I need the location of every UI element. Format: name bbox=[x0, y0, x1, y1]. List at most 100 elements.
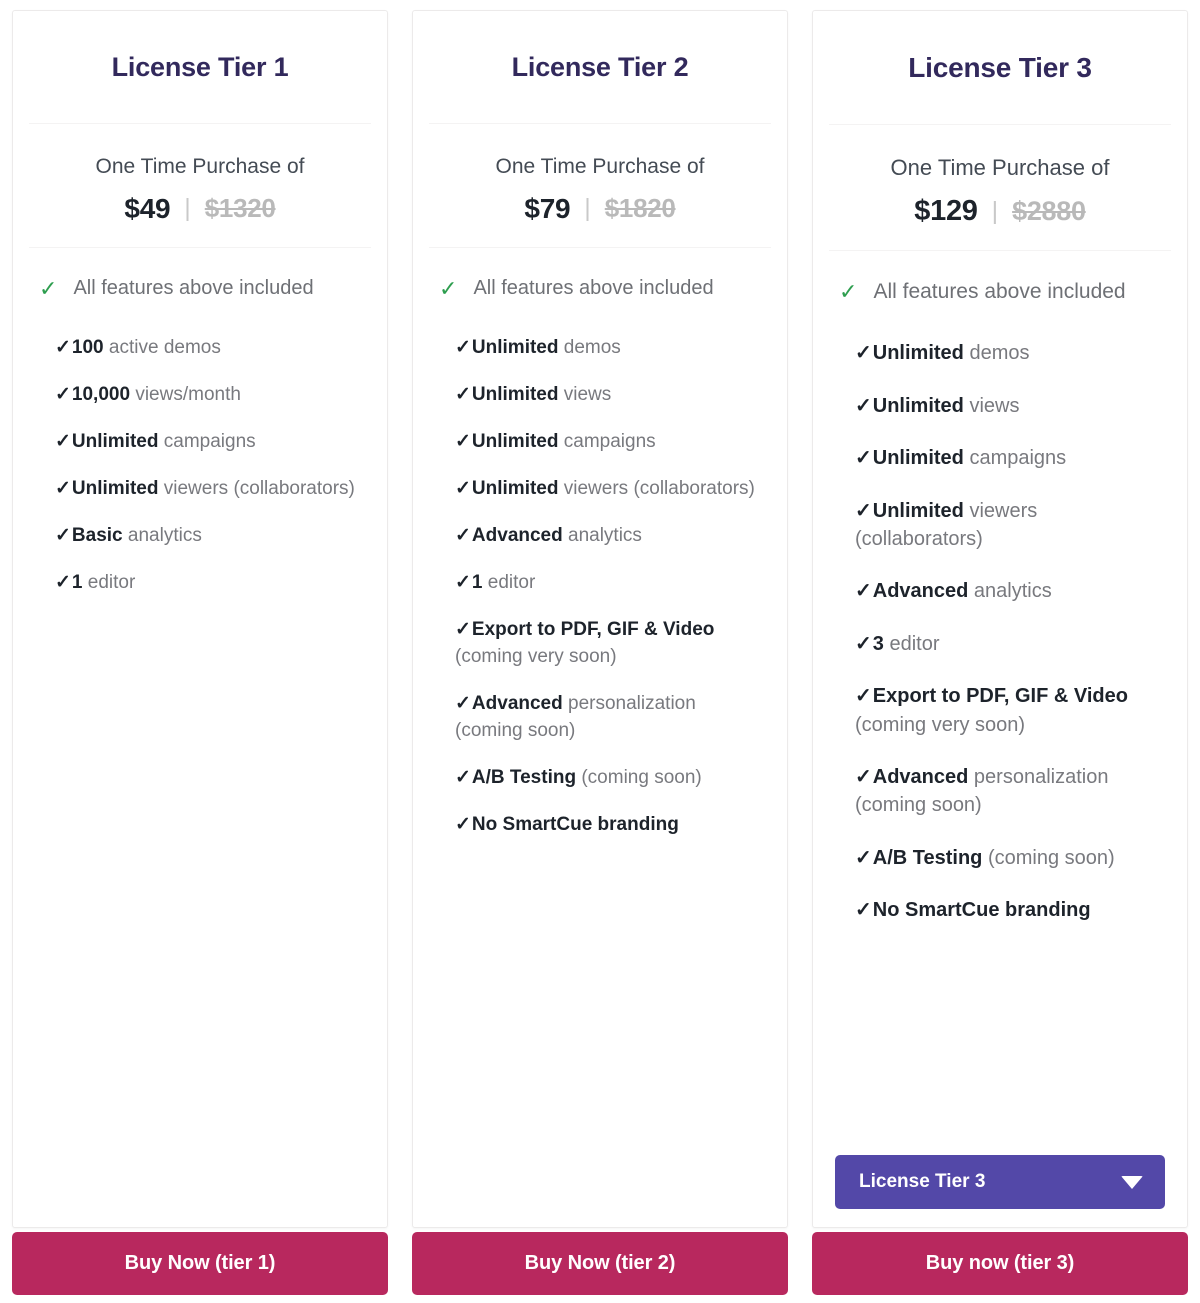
lead-feature-row: ✓ All features above included bbox=[35, 276, 365, 301]
pricing-grid: License Tier 1 One Time Purchase of $49 | $1… bbox=[0, 0, 1200, 1303]
check-icon: ✓ bbox=[855, 685, 872, 708]
feature-item: ✓100 active demos bbox=[55, 335, 365, 362]
feature-detail: active demos bbox=[103, 336, 221, 358]
feature-detail: campaigns bbox=[963, 447, 1067, 470]
check-icon: ✓ bbox=[855, 499, 872, 522]
feature-highlight: Advanced bbox=[471, 692, 563, 714]
feature-item: ✓Export to PDF, GIF & Video (coming very… bbox=[855, 682, 1165, 739]
tier-title: License Tier 2 bbox=[511, 52, 689, 82]
buy-now-button-tier-2[interactable]: Buy Now (tier 2) bbox=[412, 1232, 788, 1295]
feature-section: ✓ All features above included ✓100 active … bbox=[13, 248, 387, 1227]
feature-highlight: Unlimited bbox=[872, 447, 964, 470]
feature-highlight: A/B Testing bbox=[471, 766, 577, 788]
feature-item: ✓Unlimited campaigns bbox=[455, 429, 765, 456]
tier-select-dropdown[interactable]: License Tier 3 bbox=[835, 1155, 1165, 1209]
check-icon: ✓ bbox=[455, 524, 471, 546]
feature-detail: editor bbox=[883, 632, 940, 655]
feature-item: ✓1 editor bbox=[55, 570, 365, 597]
tier-column-2: License Tier 2 One Time Purchase of $79 | $1… bbox=[400, 0, 800, 1303]
feature-highlight: Advanced bbox=[872, 765, 969, 788]
price-caption: One Time Purchase of bbox=[890, 154, 1110, 180]
feature-detail: analytics bbox=[562, 524, 642, 546]
feature-detail: campaigns bbox=[558, 430, 656, 452]
price-separator: | bbox=[584, 194, 591, 223]
check-icon: ✓ bbox=[455, 571, 471, 593]
check-icon: ✓ bbox=[55, 336, 71, 358]
feature-highlight: Unlimited bbox=[872, 394, 964, 417]
feature-detail: viewers (collaborators) bbox=[158, 477, 355, 499]
check-icon: ✓ bbox=[55, 477, 71, 499]
feature-list: ✓100 active demos ✓10,000 views/month ✓Unl… bbox=[35, 335, 365, 597]
buy-now-button-tier-3[interactable]: Buy now (tier 3) bbox=[812, 1232, 1188, 1295]
feature-item: ✓1 editor bbox=[455, 570, 765, 597]
feature-highlight: No SmartCue branding bbox=[471, 813, 679, 835]
feature-detail: demos bbox=[558, 336, 621, 358]
price-separator: | bbox=[991, 197, 999, 226]
feature-item: ✓Unlimited viewers (collaborators) bbox=[855, 497, 1165, 554]
feature-highlight: 1 bbox=[71, 571, 83, 593]
check-icon: ✓ bbox=[439, 275, 458, 301]
check-icon: ✓ bbox=[855, 580, 872, 603]
tier-column-3: License Tier 3 One Time Purchase of $129 | $… bbox=[800, 0, 1200, 1303]
feature-item: ✓Advanced analytics bbox=[455, 523, 765, 550]
tier-card-2: License Tier 2 One Time Purchase of $79 | $1… bbox=[412, 10, 788, 1228]
feature-item: ✓Advanced personalization (coming soon) bbox=[855, 763, 1165, 820]
check-icon: ✓ bbox=[455, 383, 471, 405]
feature-item: ✓Unlimited viewers (collaborators) bbox=[455, 476, 765, 503]
feature-item: ✓No SmartCue branding bbox=[855, 896, 1165, 924]
feature-item: ✓Unlimited campaigns bbox=[855, 444, 1165, 472]
feature-list: ✓Unlimited demos ✓Unlimited views ✓Unlimit… bbox=[435, 335, 765, 839]
feature-highlight: Unlimited bbox=[71, 430, 159, 452]
feature-detail: views bbox=[963, 394, 1020, 417]
price-caption: One Time Purchase of bbox=[495, 154, 705, 178]
price-row: $49 | $1320 bbox=[23, 193, 377, 225]
tier-select-label: License Tier 3 bbox=[859, 1171, 986, 1192]
price-original-strikethrough: $1320 bbox=[204, 193, 276, 224]
feature-list: ✓Unlimited demos ✓Unlimited views ✓Unlimit… bbox=[835, 339, 1165, 924]
feature-item: ✓Unlimited demos bbox=[855, 339, 1165, 367]
check-icon: ✓ bbox=[455, 813, 471, 835]
feature-detail: viewers (collaborators) bbox=[558, 477, 755, 499]
feature-highlight: Unlimited bbox=[872, 342, 964, 365]
feature-highlight: Advanced bbox=[872, 580, 969, 603]
check-icon: ✓ bbox=[455, 336, 471, 358]
feature-highlight: Unlimited bbox=[71, 477, 159, 499]
check-icon: ✓ bbox=[55, 571, 71, 593]
check-icon: ✓ bbox=[855, 765, 872, 788]
feature-highlight: No SmartCue branding bbox=[872, 899, 1091, 922]
lead-feature-label: All features above included bbox=[73, 276, 314, 299]
check-icon: ✓ bbox=[455, 477, 471, 499]
price-current: $49 bbox=[124, 192, 171, 224]
feature-detail: (coming soon) bbox=[576, 766, 702, 788]
feature-item: ✓Unlimited viewers (collaborators) bbox=[55, 476, 365, 503]
chevron-down-icon bbox=[1121, 1175, 1143, 1189]
tier-title: License Tier 1 bbox=[111, 52, 289, 82]
check-icon: ✓ bbox=[455, 766, 471, 788]
price-block: One Time Purchase of $49 | $1320 bbox=[13, 124, 387, 247]
feature-item: ✓Unlimited views bbox=[855, 392, 1165, 420]
feature-detail: campaigns bbox=[158, 430, 256, 452]
feature-highlight: A/B Testing bbox=[872, 846, 983, 869]
buy-now-button-tier-1[interactable]: Buy Now (tier 1) bbox=[12, 1232, 388, 1295]
feature-item: ✓Unlimited campaigns bbox=[55, 429, 365, 456]
tier-card-1: License Tier 1 One Time Purchase of $49 | $1… bbox=[12, 10, 388, 1228]
feature-detail: editor bbox=[482, 571, 536, 593]
lead-feature-label: All features above included bbox=[873, 280, 1126, 304]
feature-item: ✓Basic analytics bbox=[55, 523, 365, 550]
feature-item: ✓No SmartCue branding bbox=[455, 812, 765, 839]
feature-item: ✓3 editor bbox=[855, 630, 1165, 658]
check-icon: ✓ bbox=[55, 383, 71, 405]
price-original-strikethrough: $2880 bbox=[1012, 196, 1086, 227]
price-block: One Time Purchase of $79 | $1820 bbox=[413, 124, 787, 247]
feature-item: ✓Unlimited views bbox=[455, 382, 765, 409]
check-icon: ✓ bbox=[455, 692, 471, 714]
check-icon: ✓ bbox=[855, 394, 872, 417]
feature-detail: (coming very soon) bbox=[855, 713, 1026, 736]
feature-highlight: 1 bbox=[471, 571, 483, 593]
check-icon: ✓ bbox=[855, 342, 872, 365]
price-current: $129 bbox=[914, 195, 978, 228]
feature-item: ✓Advanced personalization (coming soon) bbox=[455, 691, 765, 745]
feature-highlight: Advanced bbox=[471, 524, 563, 546]
check-icon: ✓ bbox=[855, 846, 872, 869]
feature-section: ✓ All features above included ✓Unlimited d… bbox=[813, 251, 1187, 1155]
